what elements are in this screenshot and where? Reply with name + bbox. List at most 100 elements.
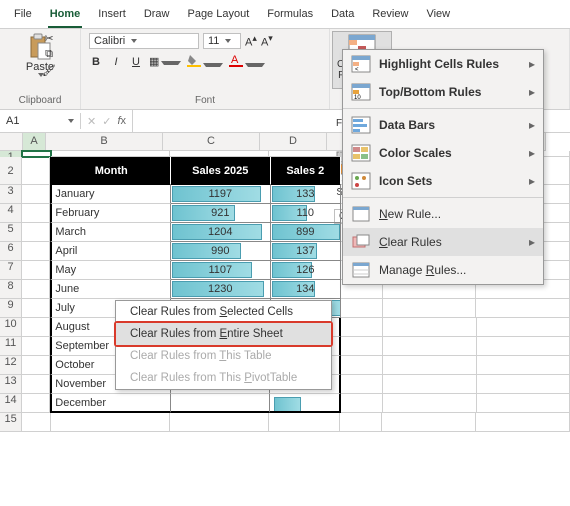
cell[interactable] [22, 375, 50, 394]
cell[interactable] [22, 394, 50, 413]
decrease-font-button[interactable]: A▾ [261, 33, 273, 49]
tab-page-layout[interactable]: Page Layout [185, 4, 251, 28]
cell[interactable] [383, 356, 476, 375]
format-painter-button[interactable]: 🖌 [40, 63, 58, 77]
row-header[interactable]: 11 [0, 337, 22, 356]
databar-cell[interactable]: 133 [271, 185, 342, 204]
select-all-corner[interactable] [0, 133, 23, 151]
tab-formulas[interactable]: Formulas [265, 4, 315, 28]
copy-button[interactable]: ⧉ [40, 47, 58, 61]
cell[interactable] [477, 394, 570, 413]
row-header[interactable]: 12 [0, 356, 22, 375]
cell[interactable] [22, 413, 50, 432]
cell[interactable] [477, 337, 570, 356]
cell[interactable] [22, 242, 50, 261]
cancel-icon[interactable]: ✕ [87, 115, 96, 128]
cell[interactable]: May [50, 261, 171, 280]
cell[interactable] [341, 299, 383, 318]
cell[interactable] [22, 204, 50, 223]
databar-cell[interactable]: 990 [171, 242, 270, 261]
row-header[interactable]: 2 [0, 157, 22, 185]
cell[interactable] [22, 356, 50, 375]
cell[interactable]: Sales 2025 [171, 157, 270, 185]
cell[interactable] [270, 394, 341, 413]
clear-rules-entire-sheet[interactable]: Clear Rules from Entire Sheet [116, 323, 331, 345]
menu-highlight-cells-rules[interactable]: < Highlight Cells Rules▸ [343, 50, 543, 78]
databar-cell[interactable]: 137 [271, 242, 342, 261]
row-header[interactable]: 4 [0, 204, 22, 223]
databar-cell[interactable]: 1107 [171, 261, 270, 280]
menu-color-scales[interactable]: Color Scales▸ [343, 139, 543, 167]
tab-file[interactable]: File [12, 4, 34, 28]
underline-button[interactable]: U [129, 56, 143, 68]
row-header[interactable]: 8 [0, 280, 22, 299]
cell[interactable] [171, 394, 270, 413]
cell[interactable] [341, 394, 383, 413]
tab-review[interactable]: Review [370, 4, 410, 28]
cell[interactable] [476, 413, 570, 432]
databar-cell[interactable]: 1197 [171, 185, 270, 204]
menu-new-rule[interactable]: New Rule... [343, 200, 543, 228]
databar-cell[interactable]: 899 [271, 223, 342, 242]
row-header[interactable]: 10 [0, 318, 22, 337]
cell[interactable] [22, 261, 50, 280]
cell[interactable] [22, 280, 50, 299]
menu-top-bottom-rules[interactable]: 10 Top/Bottom Rules▸ [343, 78, 543, 106]
font-name-select[interactable]: Calibri [89, 33, 199, 49]
row-header[interactable]: 6 [0, 242, 22, 261]
menu-clear-rules[interactable]: Clear Rules▸ [343, 228, 543, 256]
row-header[interactable]: 3 [0, 185, 22, 204]
cell[interactable]: December [50, 394, 170, 413]
cell[interactable] [477, 356, 570, 375]
row-header[interactable]: 13 [0, 375, 22, 394]
col-header-b[interactable]: B [46, 133, 163, 151]
databar-cell[interactable]: 1204 [171, 223, 270, 242]
col-header-c[interactable]: C [163, 133, 260, 151]
cell[interactable] [22, 337, 50, 356]
cell[interactable] [477, 318, 570, 337]
tab-view[interactable]: View [424, 4, 452, 28]
col-header-a[interactable]: A [23, 133, 46, 151]
row-header[interactable]: 9 [0, 299, 22, 318]
databar-cell[interactable]: 126 [271, 261, 342, 280]
cell[interactable] [22, 318, 50, 337]
cell[interactable] [341, 375, 383, 394]
cell[interactable] [340, 413, 382, 432]
row-header[interactable]: 14 [0, 394, 22, 413]
cell[interactable]: June [50, 280, 171, 299]
cell[interactable] [476, 299, 570, 318]
tab-home[interactable]: Home [48, 4, 83, 28]
cell[interactable]: Sales 2 [271, 157, 342, 185]
cell[interactable]: February [50, 204, 171, 223]
cell[interactable] [22, 299, 50, 318]
cell[interactable] [341, 356, 383, 375]
cell[interactable] [382, 413, 476, 432]
increase-font-button[interactable]: A▴ [245, 33, 257, 49]
cut-button[interactable]: ✂ [40, 31, 58, 45]
col-header-d[interactable]: D [260, 133, 327, 151]
row-header[interactable]: 7 [0, 261, 22, 280]
menu-data-bars[interactable]: Data Bars▸ [343, 111, 543, 139]
cell[interactable] [341, 318, 383, 337]
tab-data[interactable]: Data [329, 4, 356, 28]
cell[interactable] [269, 413, 340, 432]
cell[interactable]: March [50, 223, 171, 242]
cell[interactable]: April [50, 242, 171, 261]
cell[interactable] [22, 185, 50, 204]
fx-icon[interactable]: fx [117, 115, 126, 127]
italic-button[interactable]: I [109, 56, 123, 68]
enter-icon[interactable]: ✓ [102, 115, 111, 128]
menu-manage-rules[interactable]: Manage Rules... [343, 256, 543, 284]
cell[interactable] [22, 157, 50, 185]
bold-button[interactable]: B [89, 56, 103, 68]
clear-rules-selected-cells[interactable]: Clear Rules from Selected Cells [116, 301, 331, 323]
cell[interactable] [341, 337, 383, 356]
tab-insert[interactable]: Insert [96, 4, 128, 28]
databar-cell[interactable]: 921 [171, 204, 270, 223]
databar-cell[interactable]: 134 [271, 280, 342, 299]
cell[interactable] [383, 394, 476, 413]
cell[interactable] [383, 337, 476, 356]
row-header[interactable]: 5 [0, 223, 22, 242]
cell[interactable] [51, 413, 170, 432]
row-header[interactable]: 15 [0, 413, 22, 432]
